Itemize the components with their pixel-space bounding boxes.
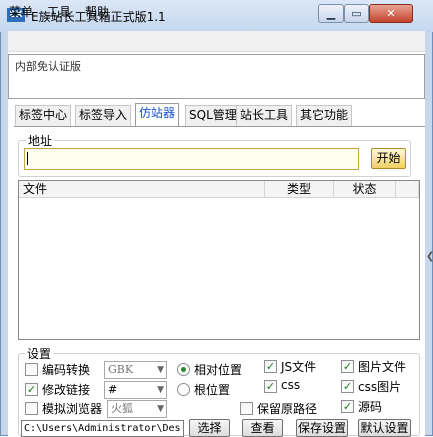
source-label: 源码	[358, 400, 383, 414]
encode-label: 编码转换	[42, 363, 91, 377]
tab-other-functions[interactable]: 其它功能	[296, 105, 353, 126]
tab-site-cloner[interactable]: 仿站器	[135, 103, 180, 126]
css-checkbox[interactable]: ✓	[264, 380, 277, 393]
keep-path-checkbox[interactable]	[240, 402, 253, 415]
modify-link-checkbox[interactable]: ✓	[25, 383, 38, 396]
relative-radio[interactable]	[177, 363, 190, 376]
keep-path-label: 保留原路径	[257, 402, 318, 416]
column-header-type[interactable]: 类型	[265, 181, 334, 198]
root-radio[interactable]	[177, 383, 190, 396]
chevron-down-icon: ▼	[157, 404, 164, 414]
column-header-extra[interactable]	[396, 181, 419, 198]
images-checkbox[interactable]: ✓	[341, 360, 354, 373]
chevron-down-icon: ▼	[157, 385, 164, 395]
close-button[interactable]: ✕	[369, 4, 413, 23]
browser-select[interactable]: 火狐 ▼	[107, 400, 167, 418]
notice-box: 内部免认证版	[8, 54, 425, 99]
tab-sql-manager[interactable]: SQL管理	[185, 105, 241, 126]
address-legend: 地址	[26, 132, 55, 149]
js-label: JS文件	[281, 360, 317, 374]
start-button[interactable]: 开始	[371, 148, 406, 169]
root-label: 根位置	[194, 383, 231, 397]
view-button[interactable]: 查看	[242, 419, 283, 437]
menu-bar	[8, 31, 425, 52]
js-checkbox[interactable]: ✓	[264, 360, 277, 373]
css-images-label: css图片	[358, 380, 402, 394]
choose-button[interactable]: 选择	[189, 419, 230, 437]
file-list[interactable]	[18, 180, 420, 340]
encode-checkbox[interactable]	[25, 363, 38, 376]
tab-tag-import[interactable]: 标签导入	[75, 105, 132, 126]
path-field[interactable]: C:\Users\Administrator\Des	[21, 420, 184, 437]
maximize-button[interactable]: ▭	[344, 4, 369, 23]
save-settings-button[interactable]: 保存设置	[296, 419, 348, 437]
tab-tag-center[interactable]: 标签中心	[15, 105, 72, 126]
column-header-file[interactable]: 文件	[19, 181, 265, 198]
images-label: 图片文件	[358, 360, 407, 374]
browser-label: 模拟浏览器	[42, 402, 103, 416]
encoding-value: GBK	[108, 363, 134, 376]
menu-item-menu[interactable]: 菜单	[9, 3, 33, 20]
menu-item-tools[interactable]: 工具	[47, 3, 71, 20]
tab-webmaster-tools[interactable]: 站长工具	[236, 105, 293, 126]
chevron-down-icon: ▼	[157, 365, 164, 375]
modify-link-label: 修改链接	[42, 383, 91, 397]
source-checkbox[interactable]: ✓	[341, 400, 354, 413]
css-images-checkbox[interactable]: ✓	[341, 380, 354, 393]
column-header-status[interactable]: 状态	[334, 181, 396, 198]
default-settings-button[interactable]: 默认设置	[358, 419, 411, 437]
radio-dot	[181, 367, 186, 372]
text-caret	[27, 152, 28, 165]
link-select[interactable]: # ▼	[104, 381, 167, 399]
menu-item-help[interactable]: 帮助	[85, 3, 109, 20]
browser-checkbox[interactable]	[25, 402, 38, 415]
encoding-select[interactable]: GBK ▼	[104, 361, 167, 379]
settings-legend: 设置	[25, 345, 54, 362]
css-label: css	[281, 378, 301, 392]
address-input[interactable]	[24, 148, 359, 170]
relative-label: 相对位置	[194, 363, 243, 377]
link-value: #	[108, 383, 118, 396]
minimize-button[interactable]: ▁	[318, 4, 344, 23]
chevron-left-icon[interactable]: ❮	[426, 251, 433, 262]
browser-value: 火狐	[111, 402, 133, 415]
